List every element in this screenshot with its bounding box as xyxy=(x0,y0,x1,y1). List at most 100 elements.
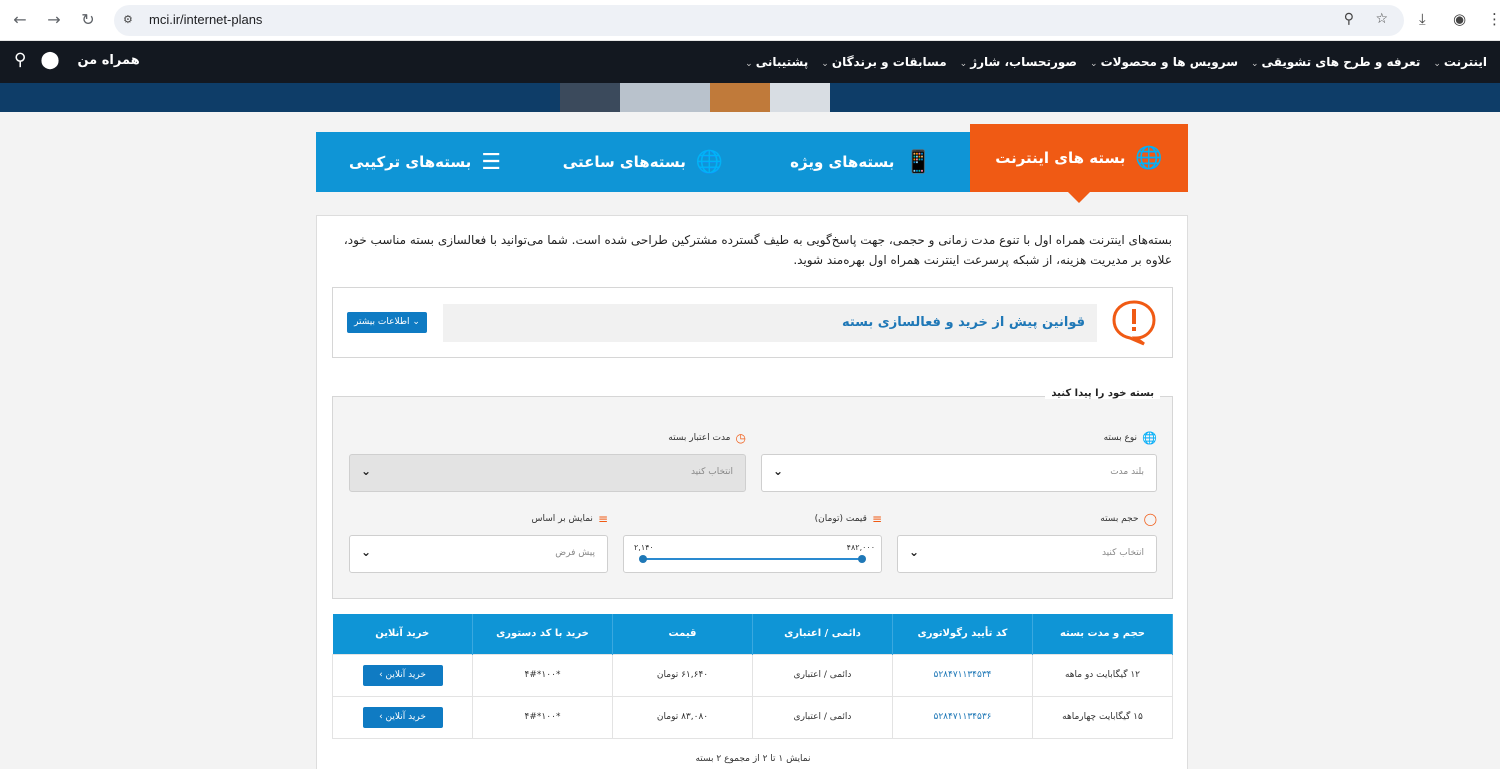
buy-cell: خرید آنلاین › xyxy=(332,653,473,697)
package-cell: ۱۲ گیگابایت دو ماهه xyxy=(1032,653,1173,697)
main-nav: اینترنت⌄ تعرفه و طرح های تشویقی⌄ سرویس ه… xyxy=(732,41,1487,83)
ussd-cell: *۱۰۰*۴# xyxy=(472,695,613,739)
sort-label: ≡ نمایش بر اساس xyxy=(532,512,608,526)
col-price: قیمت xyxy=(612,614,753,654)
search-icon[interactable]: ⚲ xyxy=(14,50,26,70)
col-package: حجم و مدت بسته xyxy=(1032,614,1173,654)
slider-handle-max[interactable] xyxy=(858,555,866,563)
buy-online-button[interactable]: خرید آنلاین › xyxy=(362,664,443,686)
finder-legend: بسته خود را پیدا کنید xyxy=(1045,388,1160,399)
package-cell: ۱۵ گیگابایت چهارماهه xyxy=(1032,695,1173,739)
hero-person-image xyxy=(770,83,830,112)
validity-select-value: انتخاب کنید xyxy=(690,467,733,477)
warning-bubble-icon xyxy=(1112,300,1156,346)
col-buy-online: خرید آنلاین xyxy=(332,614,473,654)
chevron-down-icon: ⌄ xyxy=(909,545,920,559)
volume-select[interactable]: انتخاب کنید ⌄ xyxy=(897,535,1157,573)
purchase-rules-box: قوانین پیش از خرید و فعالسازی بسته اطلاع… xyxy=(332,287,1173,358)
tab-internet-packages[interactable]: 🌐 بسته های اینترنت xyxy=(970,124,1188,203)
validity-select[interactable]: انتخاب کنید ⌄ xyxy=(349,454,746,492)
nav-item-billing[interactable]: صورتحساب، شارژ⌄ xyxy=(960,55,1077,69)
price-max-value: ۴۸۲,۰۰۰ xyxy=(846,543,875,552)
type-label: 🌐 نوع بسته xyxy=(1104,431,1157,445)
rules-title[interactable]: قوانین پیش از خرید و فعالسازی بسته xyxy=(443,304,1097,342)
chevron-down-icon: ⌄ xyxy=(821,59,829,69)
chevron-down-icon: ⌄ xyxy=(959,59,968,69)
mobile-globe-icon: 📱 xyxy=(904,149,932,175)
location-pin-icon[interactable]: ⬤ xyxy=(40,50,59,70)
packages-table: حجم و مدت بسته کد تأیید رگولاتوری دائمی … xyxy=(332,614,1173,739)
nav-item-contests[interactable]: مسابقات و برندگان⌄ xyxy=(821,55,946,69)
nav-label: مسابقات و برندگان xyxy=(831,55,947,69)
reload-icon[interactable]: ↻ xyxy=(77,9,99,31)
bookmark-star-icon[interactable]: ☆ xyxy=(1375,11,1388,27)
hamrah-man-logo[interactable]: همراه من xyxy=(77,53,139,68)
download-icon[interactable]: ⤓ xyxy=(1419,10,1426,28)
globe-icon: 🌐 xyxy=(1142,431,1157,445)
nav-label: اینترنت xyxy=(1443,55,1487,69)
type-label-text: نوع بسته xyxy=(1103,433,1138,443)
nav-label: سرویس ها و محصولات xyxy=(1100,55,1238,69)
regulator-code-link[interactable]: ۵۲۸۴۷۱۱۳۴۵۳۴ xyxy=(892,653,1033,697)
hero-person-image xyxy=(710,83,770,112)
active-tab-pointer xyxy=(1067,191,1091,203)
chevron-down-icon: ⌄ xyxy=(1433,59,1441,69)
menu-kebab-icon[interactable]: ⋮ xyxy=(1487,10,1500,28)
package-finder: بسته خود را پیدا کنید 🌐 نوع بسته بلند مد… xyxy=(332,388,1173,599)
sliders-icon: ☰ xyxy=(481,149,501,175)
nav-item-internet[interactable]: اینترنت⌄ xyxy=(1433,55,1487,69)
site-header: اینترنت⌄ تعرفه و طرح های تشویقی⌄ سرویس ه… xyxy=(0,41,1500,83)
tab-special-packages[interactable]: 📱 بسته‌های ویژه xyxy=(752,132,970,192)
validity-label: ◷ مدت اعتبار بسته xyxy=(668,431,746,445)
globe-icon: 🌐 xyxy=(1135,145,1163,171)
table-row: ۱۵ گیگابایت چهارماهه ۵۲۸۴۷۱۱۳۴۵۳۶ دائمی … xyxy=(332,695,1173,739)
nav-item-support[interactable]: پشتیبانی⌄ xyxy=(745,55,808,69)
more-info-button[interactable]: اطلاعات بیشتر ⌄ xyxy=(347,312,427,333)
hero-person-image xyxy=(560,83,620,112)
ring-icon: ◯ xyxy=(1143,512,1157,526)
col-ussd: خرید با کد دستوری xyxy=(472,614,613,654)
chevron-down-icon: ⌄ xyxy=(773,464,784,478)
slider-handle-min[interactable] xyxy=(639,555,647,563)
header-tools: ⚲ ⬤ همراه من xyxy=(14,50,140,70)
sort-icon: ≡ xyxy=(597,512,608,526)
content-panel: بسته‌های اینترنت همراه اول با تنوع مدت ز… xyxy=(316,215,1188,769)
type-select[interactable]: بلند مدت ⌄ xyxy=(761,454,1157,492)
type-select-value: بلند مدت xyxy=(1110,467,1144,477)
forward-arrow-icon[interactable]: → xyxy=(43,9,65,31)
profile-icon[interactable]: ◉ xyxy=(1453,10,1466,28)
regulator-code-link[interactable]: ۵۲۸۴۷۱۱۳۴۵۳۶ xyxy=(892,695,1033,739)
kind-cell: دائمی / اعتباری xyxy=(752,695,893,739)
table-header-row: حجم و مدت بسته کد تأیید رگولاتوری دائمی … xyxy=(332,614,1173,654)
sort-label-text: نمایش بر اساس xyxy=(531,514,593,524)
price-cell: ۶۱,۶۴۰ تومان xyxy=(612,653,753,697)
chevron-down-icon: ⌄ xyxy=(1090,59,1098,69)
tab-label: بسته‌های ترکیبی xyxy=(349,153,472,171)
tab-label: بسته‌های ویژه xyxy=(790,153,895,171)
hero-person-image xyxy=(620,83,710,112)
kind-cell: دائمی / اعتباری xyxy=(752,653,893,697)
address-bar[interactable]: ⚙ mci.ir/internet-plans ⚲ ☆ xyxy=(114,5,1404,36)
volume-label-text: حجم بسته xyxy=(1100,514,1139,524)
chevron-down-icon: ⌄ xyxy=(361,545,372,559)
chevron-down-icon: ⌄ xyxy=(361,464,372,478)
zoom-icon[interactable]: ⚲ xyxy=(1344,11,1354,27)
chevron-down-icon: ⌄ xyxy=(745,59,753,69)
slider-track xyxy=(642,558,863,560)
price-min-value: ۲,۱۴۰ xyxy=(634,543,654,552)
site-settings-icon[interactable]: ⚙ xyxy=(123,13,133,26)
tab-combo-packages[interactable]: ☰ بسته‌های ترکیبی xyxy=(316,132,534,192)
table-row: ۱۲ گیگابایت دو ماهه ۵۲۸۴۷۱۱۳۴۵۳۴ دائمی /… xyxy=(332,653,1173,697)
volume-select-value: انتخاب کنید xyxy=(1101,548,1144,558)
nav-item-tariffs[interactable]: تعرفه و طرح های تشویقی⌄ xyxy=(1251,55,1420,69)
filter-icon: ≡ xyxy=(871,512,882,526)
tab-hourly-packages[interactable]: 🌐 بسته‌های ساعتی xyxy=(534,132,752,192)
price-range-slider[interactable]: ۴۸۲,۰۰۰ ۲,۱۴۰ xyxy=(623,535,882,573)
pagination-summary: نمایش ۱ تا ۲ از مجموع ۲ بسته xyxy=(695,754,811,764)
sort-select[interactable]: پیش فرض ⌄ xyxy=(349,535,608,573)
validity-label-text: مدت اعتبار بسته xyxy=(668,433,731,443)
buy-online-button[interactable]: خرید آنلاین › xyxy=(362,706,443,728)
sort-select-value: پیش فرض xyxy=(555,548,595,558)
back-arrow-icon[interactable]: ← xyxy=(9,9,31,31)
nav-item-services[interactable]: سرویس ها و محصولات⌄ xyxy=(1090,55,1238,69)
